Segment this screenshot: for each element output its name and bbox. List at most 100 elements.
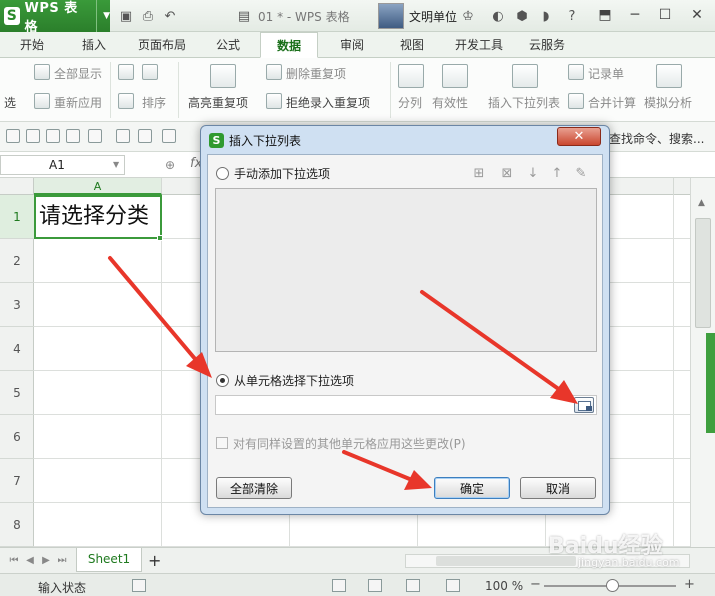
next-sheet-icon[interactable]: ▶ [40, 554, 52, 566]
move-down-icon[interactable]: ↓ [524, 164, 542, 182]
highlight-duplicates-icon[interactable] [210, 64, 236, 88]
settings-icon[interactable]: ⬢ [514, 8, 530, 24]
apply-same-settings-checkbox[interactable] [216, 437, 228, 449]
save-icon[interactable]: ▣ [118, 8, 134, 24]
move-up-icon[interactable]: ↑ [548, 164, 566, 182]
save-icon[interactable] [26, 129, 40, 143]
open-icon[interactable] [6, 129, 20, 143]
row-header[interactable]: 7 [0, 459, 34, 503]
redo-icon[interactable] [138, 129, 152, 143]
tab-view[interactable]: 视图 [386, 32, 438, 58]
split-icon[interactable] [398, 64, 424, 88]
tab-insert[interactable]: 插入 [68, 32, 120, 58]
simulate-button[interactable]: 模拟分析 [644, 94, 692, 111]
vertical-scroll-thumb[interactable] [695, 218, 711, 328]
print-icon[interactable]: ⎙ [140, 8, 156, 24]
tab-page-layout[interactable]: 页面布局 [130, 32, 194, 58]
sort-asc-icon[interactable] [118, 64, 134, 80]
select-all-corner[interactable] [0, 178, 34, 195]
command-search[interactable]: 查找命令、搜索... [609, 130, 704, 147]
wps-menu-button[interactable]: S WPS 表格 ▼ [0, 0, 110, 35]
merge-calc-button[interactable]: 合并计算 [588, 94, 636, 111]
cell-range-input[interactable] [215, 395, 597, 415]
row-header[interactable]: 4 [0, 327, 34, 371]
preview-icon[interactable] [88, 129, 102, 143]
zoom-out-icon[interactable]: − [530, 577, 541, 592]
fill-handle[interactable] [157, 235, 163, 241]
delete-item-icon[interactable]: ⊠ [498, 164, 516, 182]
tab-review[interactable]: 审阅 [326, 32, 378, 58]
tab-cloud[interactable]: 云服务 [520, 32, 574, 58]
add-item-icon[interactable]: ⊞ [470, 164, 488, 182]
feedback-icon[interactable]: ◗ [538, 8, 554, 24]
normal-view-icon[interactable] [332, 579, 346, 592]
close-icon[interactable]: ✕ [684, 4, 710, 26]
range-picker-icon[interactable] [574, 397, 594, 413]
insert-dropdown-button[interactable]: 插入下拉列表 [488, 94, 560, 111]
add-sheet-button[interactable]: + [148, 551, 161, 570]
edit-item-icon[interactable]: ✎ [572, 164, 590, 182]
first-sheet-icon[interactable]: ⏮ [8, 554, 20, 566]
simulate-icon[interactable] [656, 64, 682, 88]
scroll-up-icon[interactable]: ▲ [698, 198, 705, 208]
help-icon[interactable]: ? [564, 8, 580, 24]
zoom-level[interactable]: 100 % [485, 579, 523, 593]
radio-manual-options[interactable] [216, 167, 229, 180]
tab-home[interactable]: 开始 [8, 32, 56, 58]
validity-icon[interactable] [442, 64, 468, 88]
split-button[interactable]: 分列 [398, 94, 422, 111]
sort-az-icon[interactable] [142, 64, 158, 80]
zoom-in-icon[interactable]: + [684, 577, 695, 592]
undo-icon[interactable]: ↶ [162, 8, 178, 24]
row-header[interactable]: 5 [0, 371, 34, 415]
side-panel-handle[interactable] [706, 333, 715, 433]
radio-from-cells[interactable] [216, 374, 229, 387]
print-icon[interactable] [66, 129, 80, 143]
insert-dropdown-icon[interactable] [512, 64, 538, 88]
column-header-a[interactable]: A [34, 178, 162, 195]
zoom-slider-knob[interactable] [606, 579, 619, 592]
avatar[interactable] [378, 3, 404, 29]
zoom-formula-icon[interactable]: ⊕ [165, 158, 175, 172]
more-tools-icon[interactable] [162, 129, 176, 143]
last-sheet-icon[interactable]: ⏭ [56, 554, 68, 566]
reject-duplicates-button[interactable]: 拒绝录入重复项 [286, 94, 370, 111]
cancel-button[interactable]: 取消 [520, 477, 596, 499]
save-as-icon[interactable] [46, 129, 60, 143]
sort-button[interactable]: 排序 [142, 94, 166, 111]
remove-duplicates-button[interactable]: 删除重复项 [286, 65, 346, 82]
restore-ribbon-icon[interactable]: ⬒ [592, 4, 618, 26]
radio-manual-label[interactable]: 手动添加下拉选项 [234, 165, 330, 182]
macro-icon[interactable] [132, 579, 146, 592]
tab-data[interactable]: 数据 [260, 32, 318, 58]
row-header[interactable]: 2 [0, 239, 34, 283]
prev-sheet-icon[interactable]: ◀ [24, 554, 36, 566]
cell-a1[interactable]: 请选择分类 [34, 195, 162, 239]
row-header[interactable]: 3 [0, 283, 34, 327]
manual-options-list[interactable] [215, 188, 597, 352]
reapply-button[interactable]: 重新应用 [54, 94, 102, 111]
show-all-button[interactable]: 全部显示 [54, 65, 102, 82]
ok-button[interactable]: 确定 [434, 477, 510, 499]
dialog-title-bar[interactable]: S 插入下拉列表 ✕ [201, 126, 609, 152]
minimize-icon[interactable]: ─ [622, 4, 648, 26]
sheet-tab-sheet1[interactable]: Sheet1 [76, 548, 142, 572]
row-header[interactable]: 6 [0, 415, 34, 459]
chevron-down-icon[interactable]: ▼ [113, 160, 119, 169]
radio-from-cells-label[interactable]: 从单元格选择下拉选项 [234, 372, 354, 389]
row-header[interactable]: 1 [0, 195, 34, 239]
validity-button[interactable]: 有效性 [432, 94, 468, 111]
page-break-view-icon[interactable] [406, 579, 420, 592]
dialog-close-button[interactable]: ✕ [557, 127, 601, 146]
maximize-icon[interactable]: ☐ [652, 4, 678, 26]
user-name[interactable]: 文明单位 [409, 8, 457, 25]
page-layout-view-icon[interactable] [368, 579, 382, 592]
skin-icon[interactable]: ◐ [490, 8, 506, 24]
clear-all-button[interactable]: 全部清除 [216, 477, 292, 499]
highlight-duplicates-button[interactable]: 高亮重复项 [188, 94, 248, 111]
sort-desc-icon[interactable] [118, 93, 134, 109]
tab-developer[interactable]: 开发工具 [446, 32, 512, 58]
undo-icon[interactable] [116, 129, 130, 143]
name-box[interactable]: A1 [0, 155, 125, 175]
tab-formulas[interactable]: 公式 [202, 32, 254, 58]
